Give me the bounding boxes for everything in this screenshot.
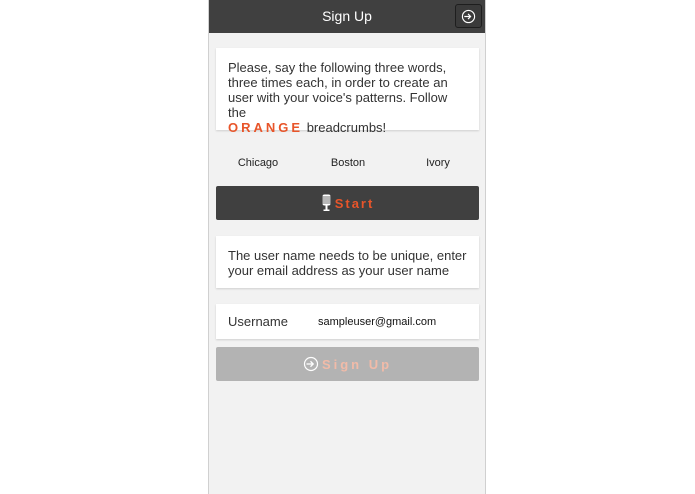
word-item: Boston <box>330 157 366 169</box>
sign-up-label: Sign Up <box>321 356 393 372</box>
page-title: Sign Up <box>322 8 372 24</box>
start-label: Start <box>334 195 375 211</box>
sign-up-button[interactable]: Sign Up <box>216 347 479 381</box>
start-button[interactable]: Start <box>216 186 479 220</box>
username-field-row: Username <box>216 304 479 339</box>
login-button[interactable] <box>455 4 482 28</box>
app-screen: Sign Up Please, say the following three … <box>208 0 486 494</box>
microphone-icon <box>322 194 331 211</box>
username-label: Username <box>228 314 288 329</box>
sign-in-icon <box>303 356 319 372</box>
instructions-card: Please, say the following three words, t… <box>216 48 479 135</box>
sign-in-icon <box>461 9 476 23</box>
instructions-text: Please, say the following three words, t… <box>228 60 448 120</box>
username-note-card: The user name needs to be unique, enter … <box>216 236 479 288</box>
username-input[interactable] <box>316 314 470 329</box>
orange-highlight: ORANGE <box>228 120 304 135</box>
words-list: Chicago Boston Ivory <box>216 157 479 173</box>
header-bar: Sign Up <box>209 0 485 33</box>
username-note-text: The user name needs to be unique, enter … <box>228 248 467 278</box>
word-item: Chicago <box>237 157 279 169</box>
word-item: Ivory <box>426 157 450 169</box>
instructions-text-end: breadcrumbs! <box>306 120 387 135</box>
